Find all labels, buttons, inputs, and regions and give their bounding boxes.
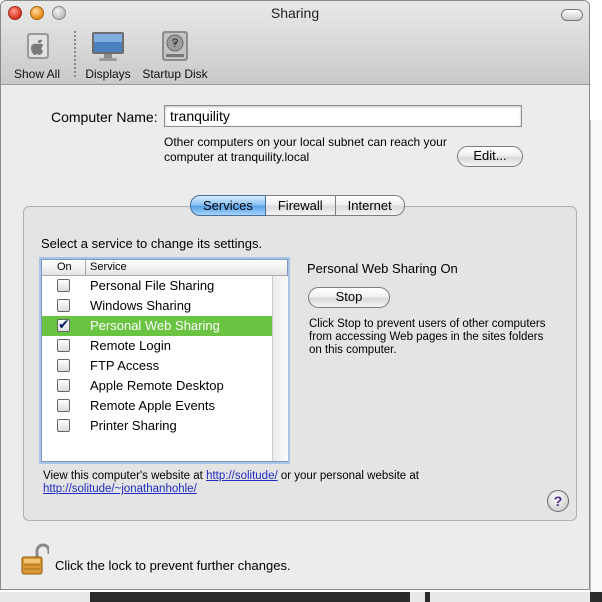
service-row-personal-web-sharing[interactable]: Personal Web Sharing (42, 316, 272, 336)
sharing-tabs: Services Firewall Internet (190, 195, 405, 216)
lock-instruction: Click the lock to prevent further change… (55, 558, 291, 573)
service-checkbox[interactable] (57, 316, 70, 333)
toolbar-toggle-button[interactable] (561, 9, 583, 21)
computer-name-field[interactable] (164, 105, 522, 127)
website-info-prefix: View this computer's website at (43, 470, 207, 482)
service-row-apple-remote-desktop[interactable]: Apple Remote Desktop (42, 376, 272, 396)
sharing-window: Sharing Show All Displays ? Startup Disk… (0, 0, 590, 590)
apple-logo-icon (27, 33, 49, 59)
service-checkbox[interactable] (57, 399, 70, 412)
column-header-on[interactable]: On (57, 261, 72, 273)
column-header-service[interactable]: Service (90, 261, 127, 273)
service-name: Personal File Sharing (90, 278, 215, 293)
website-info: View this computer's website at http://s… (43, 470, 553, 496)
svg-text:?: ? (172, 36, 179, 50)
service-name: Apple Remote Desktop (90, 378, 224, 393)
service-status-description: Click Stop to prevent users of other com… (309, 318, 546, 356)
personal-website-link[interactable]: http://solitude/~jonathanhohle/ (43, 483, 197, 495)
services-list-header: On Service (42, 260, 287, 276)
background-window-strip (0, 592, 602, 602)
stop-button[interactable]: Stop (308, 287, 390, 308)
show-all-label: Show All (13, 67, 61, 81)
website-info-middle: or your personal website at (277, 470, 419, 482)
service-instruction: Select a service to change its settings. (41, 236, 263, 251)
service-name: Remote Login (90, 338, 171, 353)
service-checkbox[interactable] (57, 419, 70, 432)
service-name: Remote Apple Events (90, 398, 216, 413)
show-all-button[interactable]: Show All (11, 29, 63, 81)
computer-website-link[interactable]: http://solitude/ (206, 470, 278, 482)
displays-label: Displays (85, 67, 131, 81)
display-icon (92, 32, 124, 61)
startup-disk-label: Startup Disk (142, 67, 208, 81)
service-row-personal-file-sharing[interactable]: Personal File Sharing (42, 276, 272, 296)
window-title: Sharing (270, 5, 320, 21)
service-row-windows-sharing[interactable]: Windows Sharing (42, 296, 272, 316)
services-list: On Service Personal File Sharing Windows… (41, 259, 288, 462)
service-checkbox[interactable] (57, 359, 70, 372)
services-list-scrollbar[interactable] (272, 276, 288, 461)
service-row-remote-login[interactable]: Remote Login (42, 336, 272, 356)
service-status-title: Personal Web Sharing On (307, 261, 458, 276)
service-name: Personal Web Sharing (90, 318, 220, 333)
tab-services[interactable]: Services (190, 195, 266, 216)
service-row-remote-apple-events[interactable]: Remote Apple Events (42, 396, 272, 416)
service-row-ftp-access[interactable]: FTP Access (42, 356, 272, 376)
startup-disk-button[interactable]: ? Startup Disk (141, 29, 209, 81)
tab-internet[interactable]: Internet (335, 195, 405, 216)
service-checkbox[interactable] (57, 299, 70, 312)
title-bar: Sharing Show All Displays ? Startup Disk (1, 1, 589, 85)
displays-button[interactable]: Displays (83, 29, 133, 81)
service-row-printer-sharing[interactable]: Printer Sharing (42, 416, 272, 436)
computer-name-label: Computer Name: (51, 109, 158, 125)
computer-name-info: Other computers on your local subnet can… (164, 135, 447, 164)
lock-open-icon[interactable] (21, 543, 49, 577)
background-window-edge (590, 120, 602, 602)
service-checkbox[interactable] (57, 279, 70, 292)
hard-disk-icon: ? (162, 31, 188, 61)
service-name: Printer Sharing (90, 418, 177, 433)
service-name: Windows Sharing (90, 298, 192, 313)
edit-button[interactable]: Edit... (457, 146, 523, 167)
service-name: FTP Access (90, 358, 160, 373)
service-checkbox[interactable] (57, 339, 70, 352)
help-button[interactable]: ? (547, 490, 569, 512)
toolbar-separator (74, 31, 76, 77)
tab-firewall[interactable]: Firewall (265, 195, 336, 216)
service-checkbox[interactable] (57, 379, 70, 392)
